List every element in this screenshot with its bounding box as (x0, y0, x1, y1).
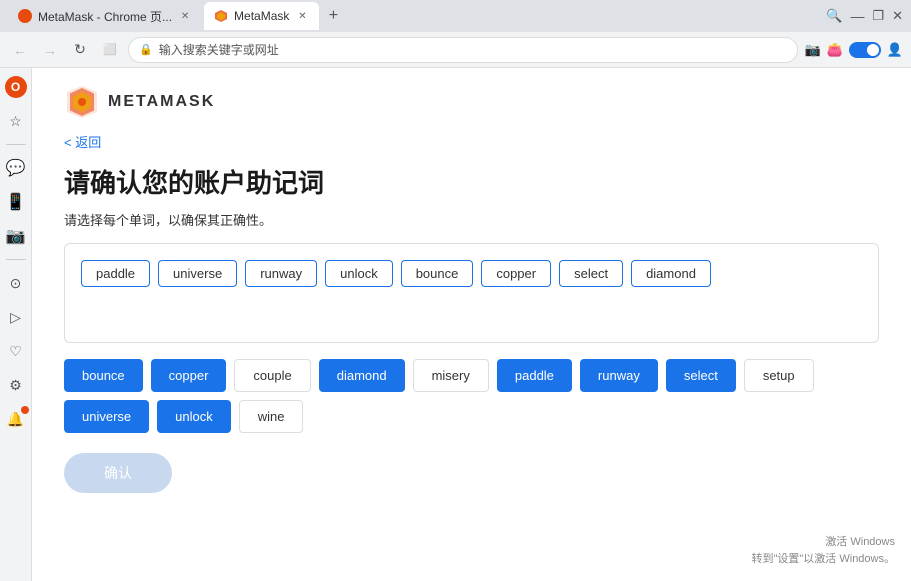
bookmark-icon[interactable]: ☆ (5, 110, 27, 132)
word-btn-w3[interactable]: couple (234, 359, 310, 392)
search-icon[interactable]: 🔍 (826, 8, 842, 24)
settings-icon[interactable]: ⚙ (5, 374, 27, 396)
tab-group: MetaMask - Chrome 页... ✕ MetaMask ✕ + (8, 0, 345, 32)
page-heading: 请确认您的账户助记词 (64, 163, 879, 200)
selection-chip-chip2[interactable]: universe (158, 260, 237, 287)
reload-button[interactable]: ↻ (68, 38, 92, 62)
address-input-wrapper[interactable]: 🔒 输入搜索关键字或网址 (128, 37, 798, 63)
messenger-icon[interactable]: 💬 (5, 157, 27, 179)
metamask-header: METAMASK (64, 84, 879, 120)
sidebar-divider-2 (6, 259, 26, 260)
continue-icon[interactable]: ▷ (5, 306, 27, 328)
confirm-button[interactable]: 确认 (64, 453, 172, 493)
selection-chip-chip3[interactable]: runway (245, 260, 317, 287)
title-bar: MetaMask - Chrome 页... ✕ MetaMask ✕ + 🔍 … (0, 0, 911, 32)
word-btn-w11[interactable]: unlock (157, 400, 231, 433)
selection-chip-chip4[interactable]: unlock (325, 260, 393, 287)
selection-chip-chip8[interactable]: diamond (631, 260, 711, 287)
profile-icon[interactable]: 👤 (887, 42, 903, 58)
tab2-title: MetaMask (234, 9, 289, 23)
whatsapp-icon[interactable]: 📱 (5, 191, 27, 213)
address-bar: ← → ↻ ⬜ 🔒 输入搜索关键字或网址 📷 👛 👤 (0, 32, 911, 68)
selection-area: paddle universe runway unlock bounce copper se… (64, 243, 879, 343)
notification-icon[interactable]: 🔔 (5, 408, 27, 430)
word-btn-w5[interactable]: misery (413, 359, 489, 392)
notification-badge (21, 406, 29, 414)
back-button[interactable]: ← (8, 38, 32, 62)
word-btn-w8[interactable]: select (666, 359, 736, 392)
window-controls: 🔍 — ❐ ✕ (826, 8, 903, 24)
metamask-title: METAMASK (108, 93, 215, 111)
word-btn-w6[interactable]: paddle (497, 359, 572, 392)
word-btn-w9[interactable]: setup (744, 359, 814, 392)
wallet-icon[interactable]: 👛 (827, 42, 843, 58)
selection-chip-chip6[interactable]: copper (481, 260, 551, 287)
new-tab-button[interactable]: + (321, 4, 345, 28)
close-button[interactable]: ✕ (892, 8, 903, 24)
screenshot-icon[interactable]: 📷 (804, 42, 820, 58)
address-right-icons: 📷 👛 👤 (804, 42, 903, 58)
heart-icon[interactable]: ♡ (5, 340, 27, 362)
opera-tab-icon (18, 9, 32, 23)
selection-chip-chip7[interactable]: select (559, 260, 623, 287)
word-btn-w1[interactable]: bounce (64, 359, 143, 392)
watermark-line2: 转到"设置"以激活 Windows。 (752, 551, 896, 568)
tab-metamask-active[interactable]: MetaMask ✕ (204, 2, 319, 30)
extensions-button[interactable]: ⬜ (98, 38, 122, 62)
metamask-logo (64, 84, 100, 120)
word-btn-w12[interactable]: wine (239, 400, 304, 433)
tab2-close[interactable]: ✕ (295, 9, 309, 23)
tab1-title: MetaMask - Chrome 页... (38, 8, 172, 25)
minimize-button[interactable]: — (850, 8, 864, 24)
selection-chip-chip1[interactable]: paddle (81, 260, 150, 287)
main-content: METAMASK < 返回 请确认您的账户助记词 请选择每个单词，以确保其正确性… (32, 68, 911, 581)
word-btn-w4[interactable]: diamond (319, 359, 405, 392)
history-icon[interactable]: ⊙ (5, 272, 27, 294)
word-btn-w2[interactable]: copper (151, 359, 227, 392)
browser-body: O ☆ 💬 📱 📷 ⊙ ▷ ♡ ⚙ 🔔 METAMASK < 返回 (0, 68, 911, 581)
lock-icon: 🔒 (139, 43, 153, 56)
tab-metamask-chrome[interactable]: MetaMask - Chrome 页... ✕ (8, 2, 202, 30)
windows-watermark: 激活 Windows 转到"设置"以激活 Windows。 (752, 534, 896, 567)
word-bank: bouncecoppercouple diamondmiserypaddlerun… (64, 359, 879, 433)
watermark-line1: 激活 Windows (752, 534, 896, 551)
page-subtext: 请选择每个单词，以确保其正确性。 (64, 210, 879, 229)
left-sidebar: O ☆ 💬 📱 📷 ⊙ ▷ ♡ ⚙ 🔔 (0, 68, 32, 581)
instagram-icon[interactable]: 📷 (5, 225, 27, 247)
tab1-close[interactable]: ✕ (178, 9, 192, 23)
restore-button[interactable]: ❐ (872, 8, 884, 24)
vpn-toggle[interactable] (849, 42, 881, 58)
sidebar-divider-1 (6, 144, 26, 145)
metamask-tab-icon (214, 9, 228, 23)
opera-logo-icon[interactable]: O (5, 76, 27, 98)
back-link[interactable]: < 返回 (64, 132, 101, 151)
selection-chip-chip5[interactable]: bounce (401, 260, 474, 287)
forward-button[interactable]: → (38, 38, 62, 62)
address-text: 输入搜索关键字或网址 (159, 41, 788, 58)
word-btn-w10[interactable]: universe (64, 400, 149, 433)
word-btn-w7[interactable]: runway (580, 359, 658, 392)
